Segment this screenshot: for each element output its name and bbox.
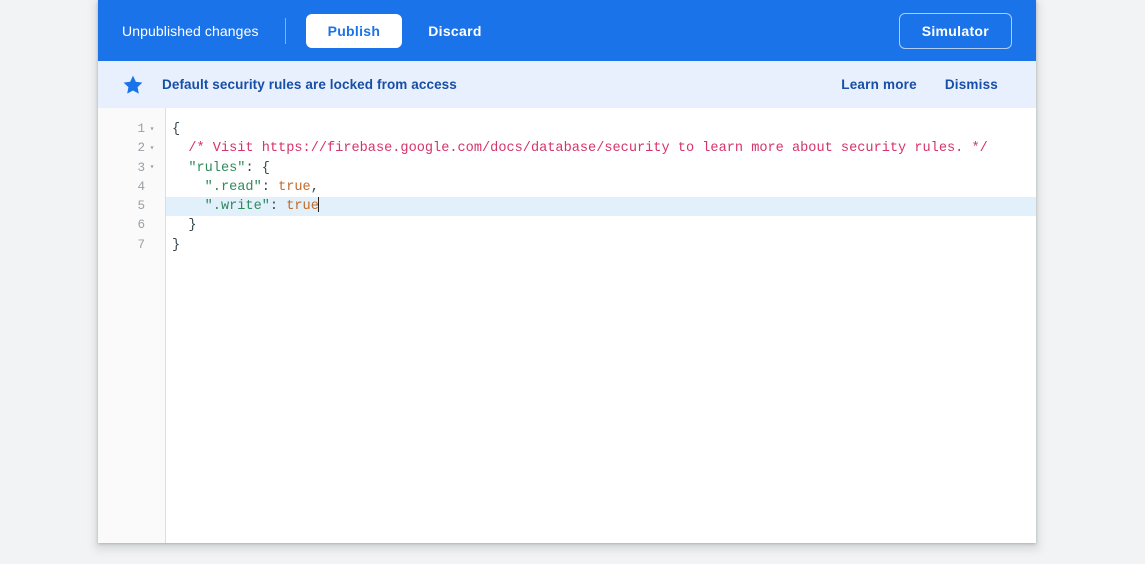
code-token-comment: /* Visit https://firebase.google.com/doc… [188, 141, 987, 156]
code-token-key: ".read" [205, 180, 262, 195]
text-cursor [318, 197, 319, 212]
code-token-boolean: true [286, 199, 319, 214]
simulator-button[interactable]: Simulator [899, 13, 1012, 49]
code-token-boolean: true [278, 180, 311, 195]
toolbar-divider [285, 18, 286, 44]
gutter-row: 2 ▾ [98, 139, 165, 158]
code-token: { [172, 122, 180, 137]
code-token: } [172, 218, 196, 233]
publish-button[interactable]: Publish [306, 14, 403, 48]
json-code-editor[interactable]: 1 ▾ 2 ▾ 3 ▾ 4 ▾ 5 ▾ 6 ▾ [98, 108, 1036, 543]
line-number: 4 [137, 178, 145, 197]
rules-editor-card: Unpublished changes Publish Discard Simu… [98, 0, 1036, 543]
publish-toolbar: Unpublished changes Publish Discard Simu… [98, 0, 1036, 61]
line-number: 2 [137, 139, 145, 158]
gutter-row: 1 ▾ [98, 120, 165, 139]
gutter-row: 7 ▾ [98, 236, 165, 255]
code-line-active[interactable]: ".write": true [166, 197, 1036, 216]
code-line[interactable]: } [166, 216, 1036, 235]
code-line[interactable]: } [166, 236, 1036, 255]
code-token: : { [245, 161, 269, 176]
code-area[interactable]: { /* Visit https://firebase.google.com/d… [166, 108, 1036, 543]
code-token: : [270, 199, 286, 214]
line-number: 6 [137, 216, 145, 235]
line-number: 3 [137, 159, 145, 178]
unpublished-changes-label: Unpublished changes [122, 23, 259, 39]
code-line[interactable]: "rules": { [166, 159, 1036, 178]
security-rules-banner: Default security rules are locked from a… [98, 61, 1036, 108]
chevron-down-icon[interactable]: ▾ [145, 145, 159, 153]
code-token-key: ".write" [205, 199, 270, 214]
discard-button[interactable]: Discard [412, 14, 497, 48]
code-token-key: "rules" [188, 161, 245, 176]
code-indent [172, 141, 188, 156]
gutter-row: 5 ▾ [98, 197, 165, 216]
code-line[interactable]: { [166, 120, 1036, 139]
learn-more-button[interactable]: Learn more [827, 69, 931, 100]
code-token: } [172, 238, 180, 253]
code-indent [172, 180, 205, 195]
code-line[interactable]: /* Visit https://firebase.google.com/doc… [166, 139, 1036, 158]
line-number: 5 [137, 197, 145, 216]
code-token: , [311, 180, 319, 195]
code-line[interactable]: ".read": true, [166, 178, 1036, 197]
star-icon [122, 74, 162, 96]
banner-message: Default security rules are locked from a… [162, 77, 457, 92]
line-number: 1 [137, 120, 145, 139]
chevron-down-icon[interactable]: ▾ [145, 164, 159, 172]
code-indent [172, 199, 205, 214]
line-number-gutter: 1 ▾ 2 ▾ 3 ▾ 4 ▾ 5 ▾ 6 ▾ [98, 108, 166, 543]
chevron-down-icon[interactable]: ▾ [145, 126, 159, 134]
code-token: : [262, 180, 278, 195]
gutter-row: 6 ▾ [98, 216, 165, 235]
gutter-row: 4 ▾ [98, 178, 165, 197]
line-number: 7 [137, 236, 145, 255]
code-indent [172, 161, 188, 176]
dismiss-button[interactable]: Dismiss [931, 69, 1012, 100]
gutter-row: 3 ▾ [98, 159, 165, 178]
